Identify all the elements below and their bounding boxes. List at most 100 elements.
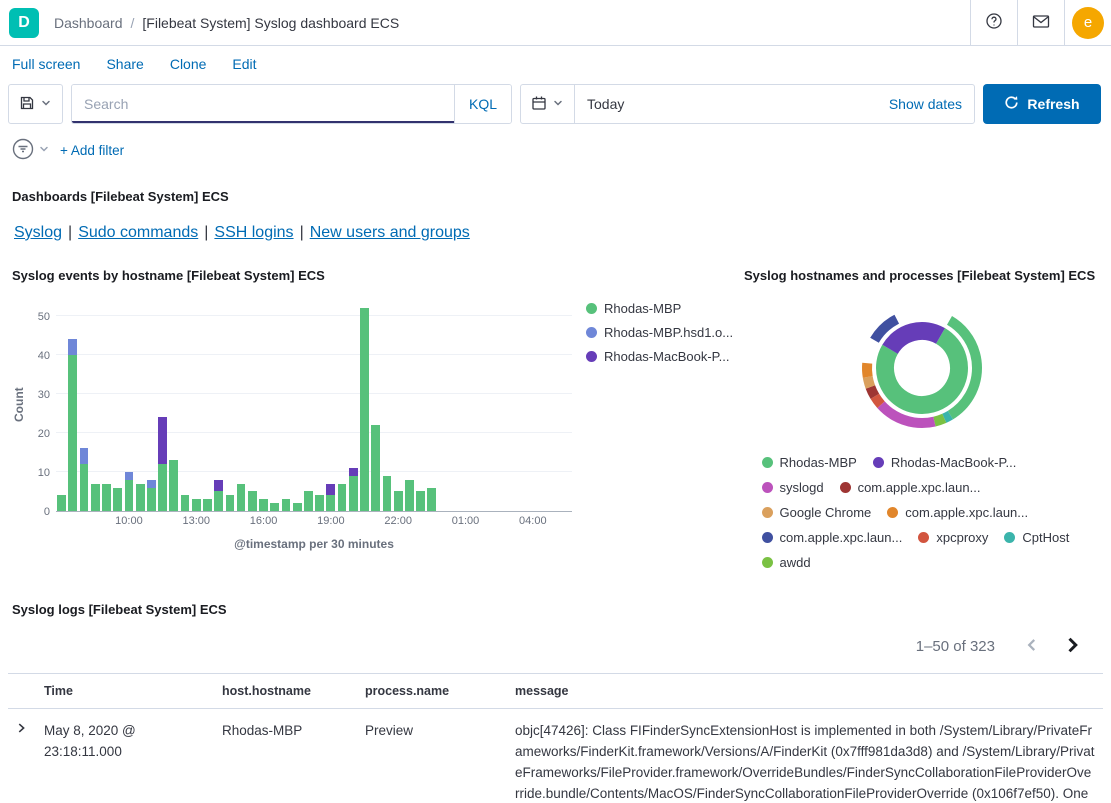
bar-19:30[interactable] [338, 484, 347, 511]
legend-item-cpthost[interactable]: CptHost [1004, 530, 1069, 545]
bar-10:00[interactable] [125, 472, 134, 511]
menu-edit[interactable]: Edit [232, 56, 256, 72]
show-dates-button[interactable]: Show dates [889, 96, 974, 112]
bar-slot [482, 297, 493, 511]
x-slot [505, 515, 516, 533]
legend-item-google-chrome[interactable]: Google Chrome [762, 505, 872, 520]
column-header-host-hostname[interactable]: host.hostname [214, 674, 357, 709]
user-menu[interactable]: e [1064, 0, 1111, 45]
bar-14:30[interactable] [226, 495, 235, 511]
search-input[interactable] [72, 85, 454, 123]
query-bar: KQL Today Show dates Refresh [0, 80, 1111, 132]
save-icon [19, 95, 35, 114]
bar-17:00[interactable] [282, 499, 291, 511]
bar-segment [125, 480, 134, 511]
bar-22:30[interactable] [405, 480, 414, 511]
bar-slot [336, 297, 347, 511]
bar-10:30[interactable] [136, 484, 145, 511]
legend-item-rhodas-mbp[interactable]: Rhodas-MBP [586, 301, 740, 316]
legend-item-rhodas-macbook-p[interactable]: Rhodas-MacBook-P... [586, 349, 740, 364]
dashboard-link-ssh-logins[interactable]: SSH logins [214, 224, 293, 241]
bar-plot-column: 10:0013:0016:0019:0022:0001:0004:00 @tim… [56, 297, 572, 559]
column-header-process-name[interactable]: process.name [357, 674, 507, 709]
user-avatar[interactable]: e [1072, 7, 1104, 39]
menu-share[interactable]: Share [106, 56, 143, 72]
bar-09:00[interactable] [102, 484, 111, 511]
bar-07:00[interactable] [57, 495, 66, 511]
next-page-button[interactable] [1055, 629, 1089, 663]
bar-20:00[interactable] [349, 468, 358, 511]
saved-query-button[interactable] [8, 84, 63, 124]
prev-page-button[interactable] [1015, 629, 1049, 663]
bar-11:00[interactable] [147, 480, 156, 511]
bar-19:00[interactable] [326, 484, 335, 511]
bar-slot [236, 297, 247, 511]
bar-20:30[interactable] [360, 308, 369, 511]
y-tick-label: 50 [38, 311, 50, 323]
legend-label: Rhodas-MBP.hsd1.o... [604, 325, 733, 340]
bar-22:00[interactable] [394, 491, 403, 511]
legend-item-syslogd[interactable]: syslogd [762, 480, 824, 495]
legend-label: Rhodas-MacBook-P... [891, 455, 1017, 470]
bar-17:30[interactable] [293, 503, 302, 511]
date-range-value[interactable]: Today [575, 96, 624, 112]
bar-23:30[interactable] [427, 488, 436, 511]
date-quick-select-button[interactable] [521, 85, 575, 123]
breadcrumb-dashboard[interactable]: Dashboard [54, 15, 123, 31]
legend-item-xpcproxy[interactable]: xpcproxy [918, 530, 988, 545]
legend-item-com-apple-xpc-laun[interactable]: com.apple.xpc.laun... [762, 530, 903, 545]
legend-item-rhodas-mbp-hsd1-o[interactable]: Rhodas-MBP.hsd1.o... [586, 325, 740, 340]
legend-item-rhodas-macbook-p[interactable]: Rhodas-MacBook-P... [873, 455, 1017, 470]
filter-options-button[interactable] [10, 136, 50, 165]
bar-12:30[interactable] [181, 495, 190, 511]
y-tick-label: 0 [44, 506, 50, 518]
dashboard-link-syslog[interactable]: Syslog [14, 224, 62, 241]
bar-segment [136, 484, 145, 511]
bar-09:30[interactable] [113, 488, 122, 511]
menu-clone[interactable]: Clone [170, 56, 207, 72]
bar-14:00[interactable] [214, 480, 223, 511]
column-header-time[interactable]: Time [36, 674, 214, 709]
kql-button[interactable]: KQL [454, 85, 511, 123]
help-button[interactable] [970, 0, 1017, 45]
legend-item-com-apple-xpc-laun[interactable]: com.apple.xpc.laun... [840, 480, 981, 495]
refresh-label: Refresh [1027, 96, 1079, 112]
expand-row-button[interactable] [14, 721, 28, 738]
bar-13:30[interactable] [203, 499, 212, 511]
bar-segment [282, 499, 291, 511]
menu-full-screen[interactable]: Full screen [12, 56, 80, 72]
bar-15:00[interactable] [237, 484, 246, 511]
bar-18:00[interactable] [304, 491, 313, 511]
add-filter-button[interactable]: + Add filter [60, 143, 124, 158]
bar-segment [68, 355, 77, 511]
bar-23:00[interactable] [416, 491, 425, 511]
legend-item-com-apple-xpc-laun[interactable]: com.apple.xpc.laun... [887, 505, 1028, 520]
bar-21:00[interactable] [371, 425, 380, 511]
bar-slot [471, 297, 482, 511]
legend-item-rhodas-mbp[interactable]: Rhodas-MBP [762, 455, 857, 470]
column-header-message[interactable]: message [507, 674, 1103, 709]
refresh-button[interactable]: Refresh [983, 84, 1101, 124]
x-slot [292, 515, 303, 533]
bar-11:30[interactable] [158, 417, 167, 511]
bar-16:00[interactable] [259, 499, 268, 511]
bar-13:00[interactable] [192, 499, 201, 511]
newsfeed-button[interactable] [1017, 0, 1064, 45]
bar-12:00[interactable] [169, 460, 178, 511]
bar-08:00[interactable] [80, 448, 89, 511]
legend-dot [840, 482, 851, 493]
dashboard-link-sudo-commands[interactable]: Sudo commands [78, 224, 198, 241]
bar-21:30[interactable] [383, 476, 392, 511]
bar-07:30[interactable] [68, 339, 77, 511]
x-slot [426, 515, 437, 533]
bar-15:30[interactable] [248, 491, 257, 511]
bar-18:30[interactable] [315, 495, 324, 511]
legend-item-awdd[interactable]: awdd [762, 555, 811, 570]
bar-08:30[interactable] [91, 484, 100, 511]
dashboard-link-new-users-and-groups[interactable]: New users and groups [310, 224, 470, 241]
bar-16:30[interactable] [270, 503, 279, 511]
space-switcher[interactable]: D [0, 0, 48, 45]
bar-slot [527, 297, 538, 511]
bar-slot [90, 297, 101, 511]
bar-slot [168, 297, 179, 511]
